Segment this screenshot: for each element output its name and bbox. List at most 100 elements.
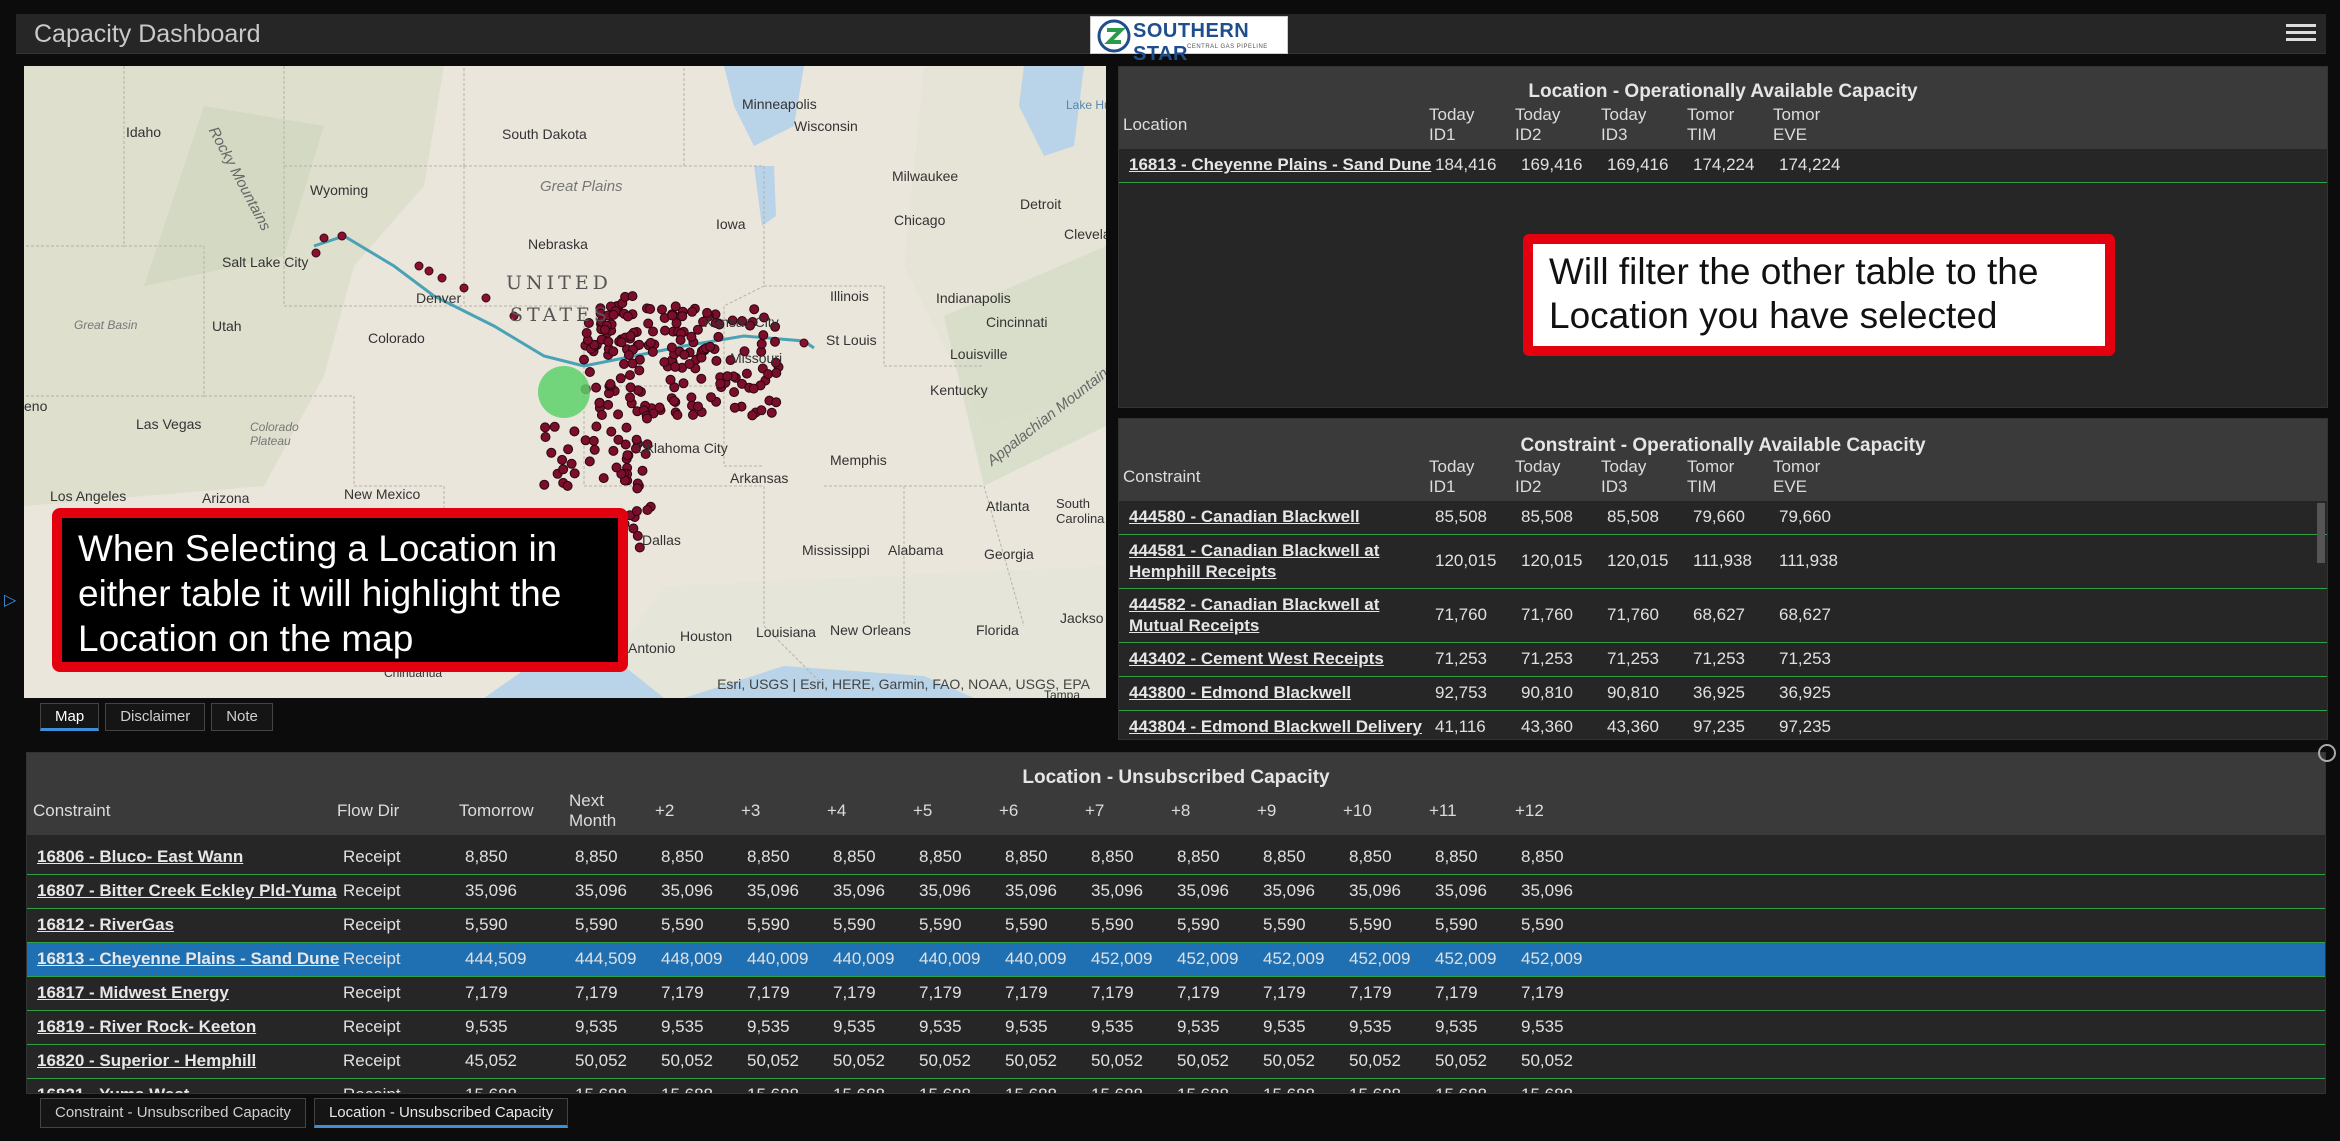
pipeline-point[interactable] xyxy=(748,383,759,394)
table-row[interactable]: 443800 - Edmond Blackwell 92,753 90,810 90,… xyxy=(1119,677,2327,711)
column-header[interactable]: +4 xyxy=(827,801,846,821)
pipeline-point[interactable] xyxy=(562,480,573,491)
pipeline-point[interactable] xyxy=(623,350,634,361)
pipeline-point[interactable] xyxy=(549,421,560,432)
pipeline-point[interactable] xyxy=(696,352,707,363)
row-location-link[interactable]: 16813 - Cheyenne Plains - Sand Dune xyxy=(37,949,339,969)
pipeline-point[interactable] xyxy=(756,338,767,349)
table-row[interactable]: 16820 - Superior - Hemphill Receipt 45,052… xyxy=(27,1045,2325,1079)
column-header[interactable]: Today ID2 xyxy=(1515,105,1560,145)
pipeline-point[interactable] xyxy=(605,379,616,389)
table-row[interactable]: 444581 - Canadian Blackwell at Hemphill … xyxy=(1119,535,2327,589)
pipeline-point[interactable] xyxy=(591,421,602,432)
table-row[interactable]: 443804 - Edmond Blackwell Delivery 41,116… xyxy=(1119,711,2327,739)
column-header[interactable]: Tomor TIM xyxy=(1687,105,1734,145)
table-row[interactable]: 16807 - Bitter Creek Eckley Pld-Yuma Rece… xyxy=(27,875,2325,909)
pipeline-point[interactable] xyxy=(608,346,619,357)
pipeline-point[interactable] xyxy=(540,422,551,433)
pipeline-point[interactable] xyxy=(675,335,686,345)
pipeline-point[interactable] xyxy=(581,328,592,338)
pipeline-point[interactable] xyxy=(688,409,698,420)
pipeline-point[interactable] xyxy=(722,371,733,382)
row-location-link[interactable]: 16817 - Midwest Energy xyxy=(37,983,229,1003)
pipeline-point[interactable] xyxy=(669,396,679,406)
row-location-link[interactable]: 16806 - Bluco- East Wann xyxy=(37,847,243,867)
column-header[interactable]: +8 xyxy=(1171,801,1190,821)
pipeline-point[interactable] xyxy=(613,434,624,445)
pipeline-point[interactable] xyxy=(634,365,645,376)
column-header[interactable]: Today ID2 xyxy=(1515,457,1560,497)
pipeline-point[interactable] xyxy=(713,331,724,342)
expand-icon[interactable] xyxy=(2318,744,2336,762)
pipeline-point[interactable] xyxy=(563,444,574,455)
pipeline-point[interactable] xyxy=(749,304,760,315)
pipeline-point[interactable] xyxy=(645,337,656,348)
pipeline-point[interactable] xyxy=(770,336,780,347)
pipeline-point[interactable] xyxy=(596,410,607,420)
pipeline-point[interactable] xyxy=(598,473,609,484)
pipeline-point[interactable] xyxy=(539,479,550,490)
expand-left-icon[interactable]: ▷ xyxy=(4,590,16,610)
map-view[interactable]: Idaho Rocky Mountains Wyoming South Dako… xyxy=(24,66,1106,698)
column-header[interactable]: Today ID1 xyxy=(1429,457,1474,497)
pipeline-point[interactable] xyxy=(591,382,602,393)
pipeline-point[interactable] xyxy=(665,374,676,385)
pipeline-point[interactable] xyxy=(579,354,589,365)
column-header[interactable]: Tomor EVE xyxy=(1773,105,1820,145)
pipeline-point[interactable] xyxy=(766,407,777,418)
pipeline-point[interactable] xyxy=(589,444,600,455)
pipeline-point[interactable] xyxy=(643,318,654,329)
pipeline-point[interactable] xyxy=(763,369,774,380)
pipeline-point[interactable] xyxy=(711,355,722,366)
pipeline-point[interactable] xyxy=(677,311,688,322)
pipeline-point[interactable] xyxy=(647,346,658,357)
pipeline-point[interactable] xyxy=(705,341,716,352)
pipeline-point[interactable] xyxy=(696,373,707,384)
map-tab-map[interactable]: Map xyxy=(40,703,100,731)
pipeline-point[interactable] xyxy=(706,392,716,403)
column-header[interactable]: Constraint xyxy=(1123,467,1200,487)
table-row[interactable]: 16817 - Midwest Energy Receipt 7,179 7,179 7… xyxy=(27,977,2325,1011)
pipeline-point[interactable] xyxy=(569,426,580,437)
pipeline-point[interactable] xyxy=(666,342,677,353)
pipeline-point[interactable] xyxy=(678,378,689,389)
column-header[interactable]: Today ID3 xyxy=(1601,105,1646,145)
column-header[interactable]: Today ID1 xyxy=(1429,105,1474,145)
pipeline-point[interactable] xyxy=(632,530,643,541)
column-header[interactable]: Next Month xyxy=(569,791,616,831)
column-header[interactable]: Today ID3 xyxy=(1601,457,1646,497)
pipeline-point[interactable] xyxy=(627,291,638,302)
table-row[interactable]: 444582 - Canadian Blackwell at Mutual Re… xyxy=(1119,589,2327,643)
pipeline-point[interactable] xyxy=(741,368,752,379)
pipeline-point[interactable] xyxy=(619,359,629,369)
pipeline-point[interactable] xyxy=(627,358,638,369)
column-header[interactable]: Flow Dir xyxy=(337,801,399,821)
row-location-link[interactable]: 443402 - Cement West Receipts xyxy=(1129,649,1429,669)
pipeline-point[interactable] xyxy=(659,357,670,368)
pipeline-point[interactable] xyxy=(611,462,622,473)
pipeline-point[interactable] xyxy=(599,324,610,335)
pipeline-point[interactable] xyxy=(625,330,636,341)
pipeline-point[interactable] xyxy=(758,330,769,341)
pipeline-point[interactable] xyxy=(566,458,577,469)
row-location-link[interactable]: 16821 - Yuma West xyxy=(37,1085,189,1093)
table-row[interactable]: 16812 - RiverGas Receipt 5,590 5,590 5,590 5,… xyxy=(27,909,2325,943)
column-header[interactable]: +5 xyxy=(913,801,932,821)
pipeline-point[interactable] xyxy=(645,304,656,314)
pipeline-point[interactable] xyxy=(771,368,782,378)
row-location-link[interactable]: 443804 - Edmond Blackwell Delivery xyxy=(1129,717,1429,737)
pipeline-point[interactable] xyxy=(637,465,648,476)
pipeline-point[interactable] xyxy=(622,450,633,461)
pipeline-point[interactable] xyxy=(631,506,642,517)
map-tab-note[interactable]: Note xyxy=(211,703,273,731)
column-header[interactable]: Tomorrow xyxy=(459,801,534,821)
pipeline-point[interactable] xyxy=(558,464,569,475)
pipeline-point[interactable] xyxy=(684,359,695,369)
column-header[interactable]: Tomor EVE xyxy=(1773,457,1820,497)
row-location-link[interactable]: 444582 - Canadian Blackwell at Mutual Re… xyxy=(1129,594,1409,636)
column-header[interactable]: +6 xyxy=(999,801,1018,821)
pipeline-point[interactable] xyxy=(693,401,703,412)
row-location-link[interactable]: 16807 - Bitter Creek Eckley Pld-Yuma xyxy=(37,881,337,901)
pipeline-point[interactable] xyxy=(729,387,740,398)
pipeline-point[interactable] xyxy=(715,378,726,389)
